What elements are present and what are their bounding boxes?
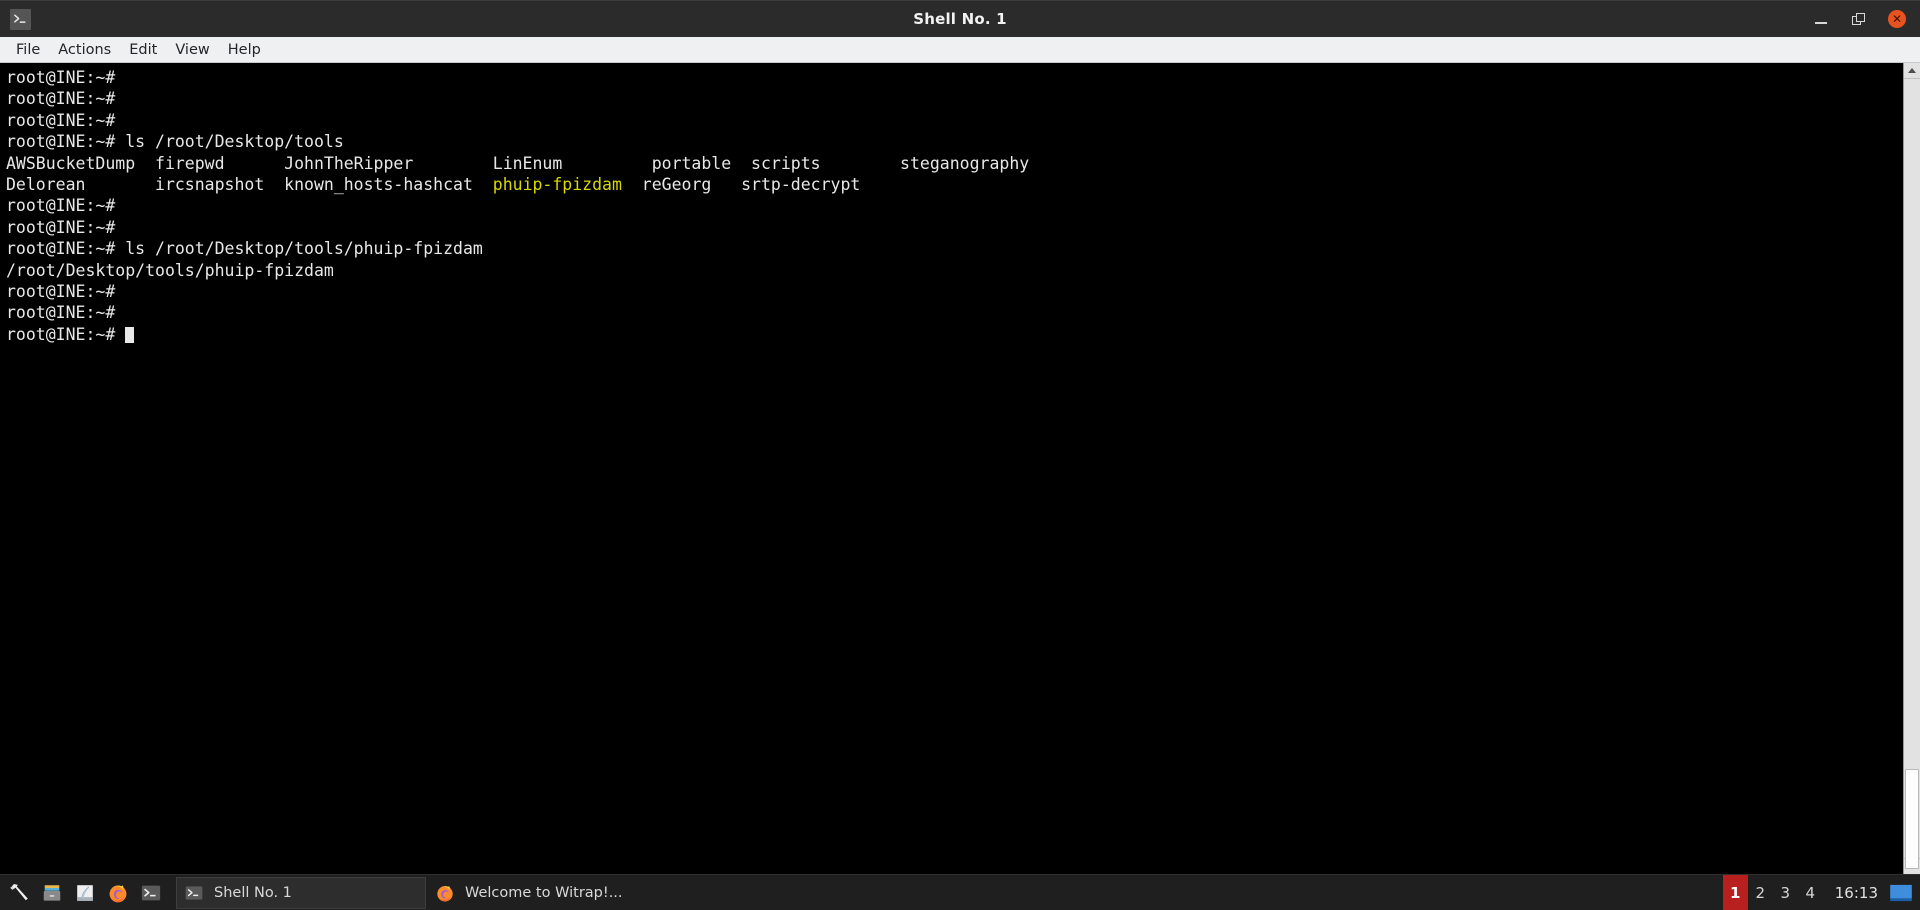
taskbar-launchers	[0, 880, 170, 906]
terminal-line: root@INE:~#	[6, 110, 1903, 131]
menubar: File Actions Edit View Help	[0, 37, 1920, 63]
scroll-up-arrow[interactable]	[1904, 63, 1920, 79]
launcher-file-manager[interactable]	[39, 880, 65, 906]
file-manager-icon	[41, 882, 63, 904]
clock[interactable]: 16:13	[1823, 884, 1888, 902]
taskbar-window-shell-label: Shell No. 1	[214, 885, 292, 901]
terminal-text: root@INE:~#	[6, 282, 125, 301]
window-title: Shell No. 1	[0, 10, 1920, 28]
workspace-3[interactable]: 3	[1773, 875, 1798, 910]
taskbar: Shell No. 1 Welcome to Witrap!... 1 2	[0, 874, 1920, 910]
terminal-icon	[140, 882, 162, 904]
terminal-text: root@INE:~#	[6, 111, 125, 130]
workspace-2[interactable]: 2	[1748, 875, 1773, 910]
text-editor-icon	[74, 882, 96, 904]
terminal-text: root@INE:~#	[6, 325, 125, 344]
window-titlebar[interactable]: Shell No. 1 ✕	[0, 0, 1920, 37]
maximize-button[interactable]	[1849, 9, 1869, 29]
taskbar-tray: 1 2 3 4 16:13	[1723, 875, 1920, 910]
close-button[interactable]: ✕	[1887, 9, 1907, 29]
terminal-text: root@INE:~# ls /root/Desktop/tools	[6, 132, 344, 151]
scrollbar-thumb[interactable]	[1905, 769, 1919, 869]
taskbar-window-shell[interactable]: Shell No. 1	[176, 877, 426, 909]
terminal-line: root@INE:~# ls /root/Desktop/tools	[6, 131, 1903, 152]
menu-file[interactable]: File	[7, 38, 49, 62]
taskbar-window-firefox[interactable]: Welcome to Witrap!...	[428, 877, 678, 909]
firefox-icon	[434, 882, 456, 904]
terminal-line: root@INE:~#	[6, 195, 1903, 216]
taskbar-window-firefox-label: Welcome to Witrap!...	[465, 885, 623, 901]
launcher-text-editor[interactable]	[72, 880, 98, 906]
terminal-line: root@INE:~#	[6, 88, 1903, 109]
terminal-text: /root/Desktop/tools/phuip-fpizdam	[6, 261, 334, 280]
menu-view[interactable]: View	[166, 38, 218, 62]
terminal-line: /root/Desktop/tools/phuip-fpizdam	[6, 260, 1903, 281]
workspace-switcher: 1 2 3 4	[1723, 875, 1823, 910]
scrollbar-track[interactable]	[1904, 79, 1920, 858]
minimize-icon	[1815, 22, 1827, 24]
terminal-output[interactable]: root@INE:~# root@INE:~# root@INE:~# root…	[0, 63, 1903, 874]
terminal-text: root@INE:~#	[6, 218, 125, 237]
minimize-button[interactable]	[1811, 9, 1831, 29]
terminal-dir-entry: phuip-fpizdam	[493, 175, 622, 194]
show-desktop-icon[interactable]	[1888, 883, 1914, 903]
terminal-icon[interactable]	[10, 9, 31, 30]
menu-help[interactable]: Help	[219, 38, 270, 62]
desktop-root: Shell No. 1 ✕ File Actions Edit View Hel…	[0, 0, 1920, 910]
terminal-line: root@INE:~#	[6, 281, 1903, 302]
terminal-line: Delorean ircsnapshot known_hosts-hashcat…	[6, 174, 1903, 195]
menu-actions[interactable]: Actions	[49, 38, 120, 62]
launcher-terminal[interactable]	[138, 880, 164, 906]
terminal-text: root@INE:~#	[6, 196, 125, 215]
terminal-line: AWSBucketDump firepwd JohnTheRipper LinE…	[6, 153, 1903, 174]
terminal-text: root@INE:~# ls /root/Desktop/tools/phuip…	[6, 239, 483, 258]
launcher-firefox[interactable]	[105, 880, 131, 906]
terminal-text: root@INE:~#	[6, 89, 125, 108]
terminal-text: Delorean ircsnapshot known_hosts-hashcat	[6, 175, 493, 194]
terminal-line: root@INE:~#	[6, 324, 1903, 345]
terminal-line: root@INE:~#	[6, 217, 1903, 238]
close-icon: ✕	[1888, 10, 1906, 28]
terminal-line: root@INE:~# ls /root/Desktop/tools/phuip…	[6, 238, 1903, 259]
terminal-text: AWSBucketDump firepwd JohnTheRipper LinE…	[6, 154, 1029, 173]
terminal-text: root@INE:~#	[6, 303, 125, 322]
menu-edit[interactable]: Edit	[120, 38, 166, 62]
terminal-cursor	[125, 327, 134, 343]
taskbar-window-list: Shell No. 1 Welcome to Witrap!...	[176, 877, 678, 909]
firefox-icon	[107, 882, 129, 904]
workspace-1[interactable]: 1	[1723, 875, 1748, 910]
terminal-line: root@INE:~#	[6, 302, 1903, 323]
terminal-text: root@INE:~#	[6, 68, 125, 87]
terminal-area: root@INE:~# root@INE:~# root@INE:~# root…	[0, 63, 1920, 874]
terminal-text: reGeorg srtp-decrypt	[622, 175, 860, 194]
window-controls: ✕	[1811, 9, 1920, 29]
terminal-scrollbar[interactable]	[1903, 63, 1920, 874]
terminal-icon	[183, 882, 205, 904]
wrench-icon	[8, 882, 30, 904]
terminal-line: root@INE:~#	[6, 67, 1903, 88]
maximize-icon	[1852, 13, 1866, 26]
workspace-4[interactable]: 4	[1798, 875, 1823, 910]
launcher-tools-wrench[interactable]	[6, 880, 32, 906]
